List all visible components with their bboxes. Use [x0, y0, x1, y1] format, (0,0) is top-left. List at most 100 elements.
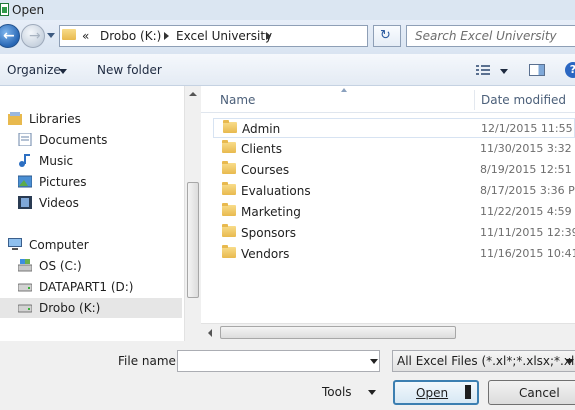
- window-title: Open: [12, 3, 45, 17]
- scroll-left-arrow-icon[interactable]: [208, 329, 212, 337]
- open-split-dropdown[interactable]: [465, 385, 471, 399]
- search-input[interactable]: Search Excel University: [406, 25, 575, 47]
- nav-item-computer[interactable]: Computer: [0, 235, 182, 255]
- chevron-down-icon[interactable]: [566, 359, 574, 364]
- videos-icon: [18, 196, 32, 209]
- file-name-label: File name:: [118, 354, 180, 368]
- file-date: 11/22/2015 4:59 PM: [480, 205, 575, 218]
- file-name-input[interactable]: [177, 350, 380, 372]
- drive-icon: [18, 283, 32, 292]
- chevron-down-icon[interactable]: [59, 69, 67, 74]
- file-row[interactable]: Clients 11/30/2015 3:32 PM: [213, 139, 575, 159]
- breadcrumb-overflow[interactable]: «: [82, 29, 89, 43]
- title-bar: Open: [0, 0, 575, 20]
- nav-label: Videos: [39, 196, 79, 210]
- open-button-label: Open: [416, 386, 449, 400]
- file-row[interactable]: Evaluations 8/17/2015 3:36 PM: [213, 181, 575, 201]
- file-name: Sponsors: [241, 226, 296, 240]
- folder-icon: [62, 29, 76, 40]
- tools-button[interactable]: Tools: [322, 385, 352, 399]
- scrollbar-thumb[interactable]: [220, 326, 456, 339]
- nav-item-music[interactable]: Music: [0, 151, 182, 171]
- refresh-button[interactable]: ↻: [373, 25, 401, 47]
- file-row[interactable]: Sponsors 11/11/2015 12:39 .: [213, 223, 575, 243]
- file-name: Marketing: [241, 205, 301, 219]
- file-row[interactable]: Courses 8/19/2015 12:51 PM: [213, 160, 575, 180]
- nav-item-os-c[interactable]: OS (C:): [0, 256, 182, 276]
- column-header-row: Name Date modified: [201, 86, 575, 113]
- file-row[interactable]: Admin 12/1/2015 11:55 A: [213, 118, 575, 138]
- help-icon[interactable]: ?: [565, 62, 575, 78]
- change-view-icon[interactable]: [476, 65, 490, 75]
- column-header-date[interactable]: Date modified: [481, 93, 566, 107]
- folder-icon: [222, 182, 236, 195]
- nav-label: Computer: [29, 238, 89, 252]
- chevron-right-icon[interactable]: [164, 32, 169, 40]
- file-date: 8/19/2015 12:51 PM: [480, 163, 575, 176]
- refresh-icon: ↻: [380, 28, 391, 43]
- file-name: Admin: [242, 122, 281, 136]
- excel-app-icon: [0, 3, 9, 16]
- back-arrow-icon: ←: [3, 28, 15, 44]
- command-bar: Organize New folder ?: [0, 54, 575, 86]
- back-button[interactable]: ←: [0, 24, 20, 48]
- breadcrumb-excel-university[interactable]: Excel University: [176, 29, 272, 43]
- address-bar[interactable]: « Drobo (K:) Excel University: [59, 25, 368, 47]
- column-header-name[interactable]: Name: [220, 93, 255, 107]
- folder-icon: [222, 245, 236, 258]
- column-divider[interactable]: [474, 90, 475, 110]
- breadcrumb-drobo[interactable]: Drobo (K:): [100, 29, 161, 43]
- nav-label: Documents: [39, 133, 108, 147]
- horizontal-scrollbar[interactable]: [201, 323, 575, 341]
- chevron-down-icon[interactable]: [500, 69, 508, 74]
- libraries-icon: [8, 112, 22, 125]
- file-date: 12/1/2015 11:55 A: [481, 122, 575, 135]
- nav-item-documents[interactable]: Documents: [0, 130, 182, 150]
- file-date: 11/16/2015 10:41 .: [480, 247, 575, 260]
- scroll-up-arrow-icon[interactable]: [189, 92, 197, 96]
- forward-button[interactable]: →: [21, 24, 45, 48]
- folder-icon: [222, 161, 236, 174]
- chevron-right-icon[interactable]: [266, 32, 271, 40]
- file-date: 11/30/2015 3:32 PM: [480, 142, 575, 155]
- organize-button[interactable]: Organize: [7, 63, 61, 77]
- file-name: Clients: [241, 142, 282, 156]
- documents-icon: [18, 133, 32, 146]
- file-date: 11/11/2015 12:39 .: [480, 226, 575, 239]
- preview-pane-icon[interactable]: [529, 64, 545, 76]
- cancel-button[interactable]: Cancel: [488, 380, 575, 405]
- folder-icon: [222, 203, 236, 216]
- new-folder-button[interactable]: New folder: [97, 63, 162, 77]
- chevron-down-icon[interactable]: [370, 359, 378, 364]
- nav-item-datapart1-d[interactable]: DATAPART1 (D:): [0, 277, 182, 297]
- nav-label: Libraries: [29, 112, 81, 126]
- scrollbar-thumb[interactable]: [187, 182, 199, 298]
- drive-icon: [18, 304, 32, 313]
- nav-scrollbar[interactable]: [184, 86, 201, 341]
- nav-item-pictures[interactable]: Pictures: [0, 172, 182, 192]
- folder-icon: [222, 140, 236, 153]
- recent-locations-dropdown[interactable]: [47, 33, 55, 38]
- forward-arrow-icon: →: [29, 28, 41, 44]
- file-row[interactable]: Marketing 11/22/2015 4:59 PM: [213, 202, 575, 222]
- file-name: Courses: [241, 163, 290, 177]
- file-type-select[interactable]: All Excel Files (*.xl*;*.xlsx;*.xlsm;: [392, 350, 575, 372]
- nav-item-drobo-k[interactable]: Drobo (K:): [0, 298, 182, 318]
- cancel-button-label: Cancel: [519, 386, 560, 400]
- address-row: ← → « Drobo (K:) Excel University ↻ Sear…: [0, 20, 575, 54]
- nav-label: Drobo (K:): [39, 301, 101, 315]
- folder-icon: [222, 224, 236, 237]
- folder-icon: [223, 120, 237, 133]
- nav-item-libraries[interactable]: Libraries: [0, 109, 182, 129]
- system-drive-icon: [18, 259, 32, 272]
- nav-label: Music: [39, 154, 74, 168]
- file-name: Vendors: [241, 247, 290, 261]
- sort-ascending-icon: [341, 88, 347, 92]
- nav-label: OS (C:): [39, 259, 82, 273]
- computer-icon: [8, 238, 22, 250]
- chevron-down-icon[interactable]: [368, 390, 376, 395]
- nav-label: Pictures: [39, 175, 87, 189]
- nav-item-videos[interactable]: Videos: [0, 193, 182, 213]
- file-date: 8/17/2015 3:36 PM: [480, 184, 575, 197]
- file-row[interactable]: Vendors 11/16/2015 10:41 .: [213, 244, 575, 264]
